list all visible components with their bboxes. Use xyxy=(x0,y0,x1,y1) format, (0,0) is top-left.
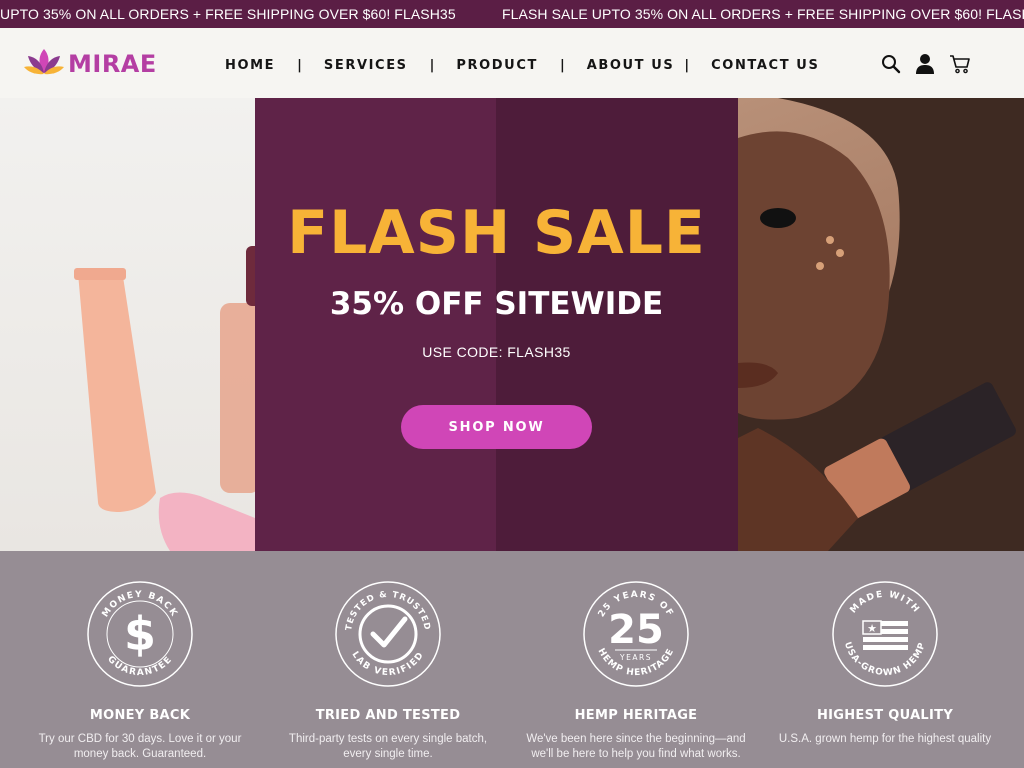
lab-verified-badge: TESTED & TRUSTED LAB VERIFIED xyxy=(335,581,441,687)
nav-services[interactable]: SERVICES xyxy=(324,58,408,73)
nav-separator: | xyxy=(684,57,690,73)
promo-panel-shade xyxy=(496,98,738,551)
badge-top-text: MADE WITH xyxy=(849,590,921,616)
hero-title: FLASH SALE xyxy=(287,198,706,268)
feature-money-back: MONEY BACK GUARANTEE $ MONEY BACK Try ou… xyxy=(10,551,270,768)
cart-icon[interactable] xyxy=(949,53,971,75)
money-back-badge: MONEY BACK GUARANTEE $ xyxy=(87,581,193,687)
nav-product[interactable]: PRODUCT xyxy=(456,58,538,73)
badge-top-text: TESTED & TRUSTED xyxy=(344,590,431,632)
nav-separator: | xyxy=(297,57,302,73)
shop-now-button[interactable]: SHOP NOW xyxy=(401,405,592,449)
feature-title: HIGHEST QUALITY xyxy=(816,708,954,723)
hemp-heritage-badge: 25 YEARS OF HEMP HERITAGE 25 YEARS xyxy=(583,581,689,687)
feature-description: U.S.A. grown hemp for the highest qualit… xyxy=(778,733,992,745)
search-icon[interactable] xyxy=(880,53,902,75)
badge-bottom-text: LAB VERIFIED xyxy=(349,650,425,678)
badge-number: 25 xyxy=(608,607,664,653)
feature-hemp-heritage: 25 YEARS OF HEMP HERITAGE 25 YEARS HEMP … xyxy=(506,551,766,768)
announcement-text: UPTO 35% ON ALL ORDERS + FREE SHIPPING O… xyxy=(0,6,456,22)
svg-text:TESTED & TRUSTED: TESTED & TRUSTED xyxy=(344,590,432,632)
svg-text:MADE WITH: MADE WITH xyxy=(849,590,922,616)
brand-logo[interactable]: MIRAE xyxy=(24,48,157,80)
dollar-icon: $ xyxy=(124,607,156,661)
nav-separator: | xyxy=(559,57,565,73)
product-photo xyxy=(0,98,266,551)
site-header: MIRAE HOME | SERVICES | PRODUCT | ABOUT … xyxy=(0,28,1024,98)
hero-subtitle: 35% OFF SITEWIDE xyxy=(329,286,664,322)
user-icon[interactable] xyxy=(914,53,936,75)
flag-icon: ★ xyxy=(862,620,908,650)
nav-home[interactable]: HOME xyxy=(225,58,275,73)
brand-name: MIRAE xyxy=(68,50,157,78)
feature-tried-tested: TESTED & TRUSTED LAB VERIFIED TRIED AND … xyxy=(258,551,518,768)
feature-description: We've been here since the beginning—and … xyxy=(526,733,746,760)
feature-description: Try our CBD for 30 days. Love it or your… xyxy=(38,733,242,760)
feature-highest-quality: MADE WITH USA-GROWN HEMP ★ HIGHEST QUALI… xyxy=(755,551,1015,768)
feature-title: TRIED AND TESTED xyxy=(315,708,461,723)
check-icon xyxy=(370,616,408,648)
lotus-icon xyxy=(24,47,64,82)
feature-title: MONEY BACK xyxy=(89,708,191,723)
model-photo xyxy=(738,98,1024,551)
hero-banner: FLASH SALE 35% OFF SITEWIDE USE CODE: FL… xyxy=(0,98,1024,551)
announcement-bar: UPTO 35% ON ALL ORDERS + FREE SHIPPING O… xyxy=(0,0,1024,28)
header-icons xyxy=(880,53,971,75)
announcement-text-repeat: FLASH SALE UPTO 35% ON ALL ORDERS + FREE… xyxy=(502,6,1024,22)
svg-text:★: ★ xyxy=(867,622,877,635)
svg-text:LAB VERIFIED: LAB VERIFIED xyxy=(349,650,426,678)
nav-about-us[interactable]: ABOUT US xyxy=(587,58,675,73)
main-nav: HOME | SERVICES | PRODUCT | ABOUT US | C… xyxy=(225,56,819,74)
nav-separator: | xyxy=(429,57,435,73)
feature-description: Third-party tests on every single batch,… xyxy=(288,733,488,760)
nav-contact-us[interactable]: CONTACT US xyxy=(711,58,819,73)
features-strip: MONEY BACK GUARANTEE $ MONEY BACK Try ou… xyxy=(0,551,1024,768)
usa-hemp-badge: MADE WITH USA-GROWN HEMP ★ xyxy=(832,581,938,687)
feature-title: HEMP HERITAGE xyxy=(574,708,698,723)
promo-code-text: USE CODE: FLASH35 xyxy=(422,344,571,360)
badge-number-sub: YEARS xyxy=(619,653,652,662)
